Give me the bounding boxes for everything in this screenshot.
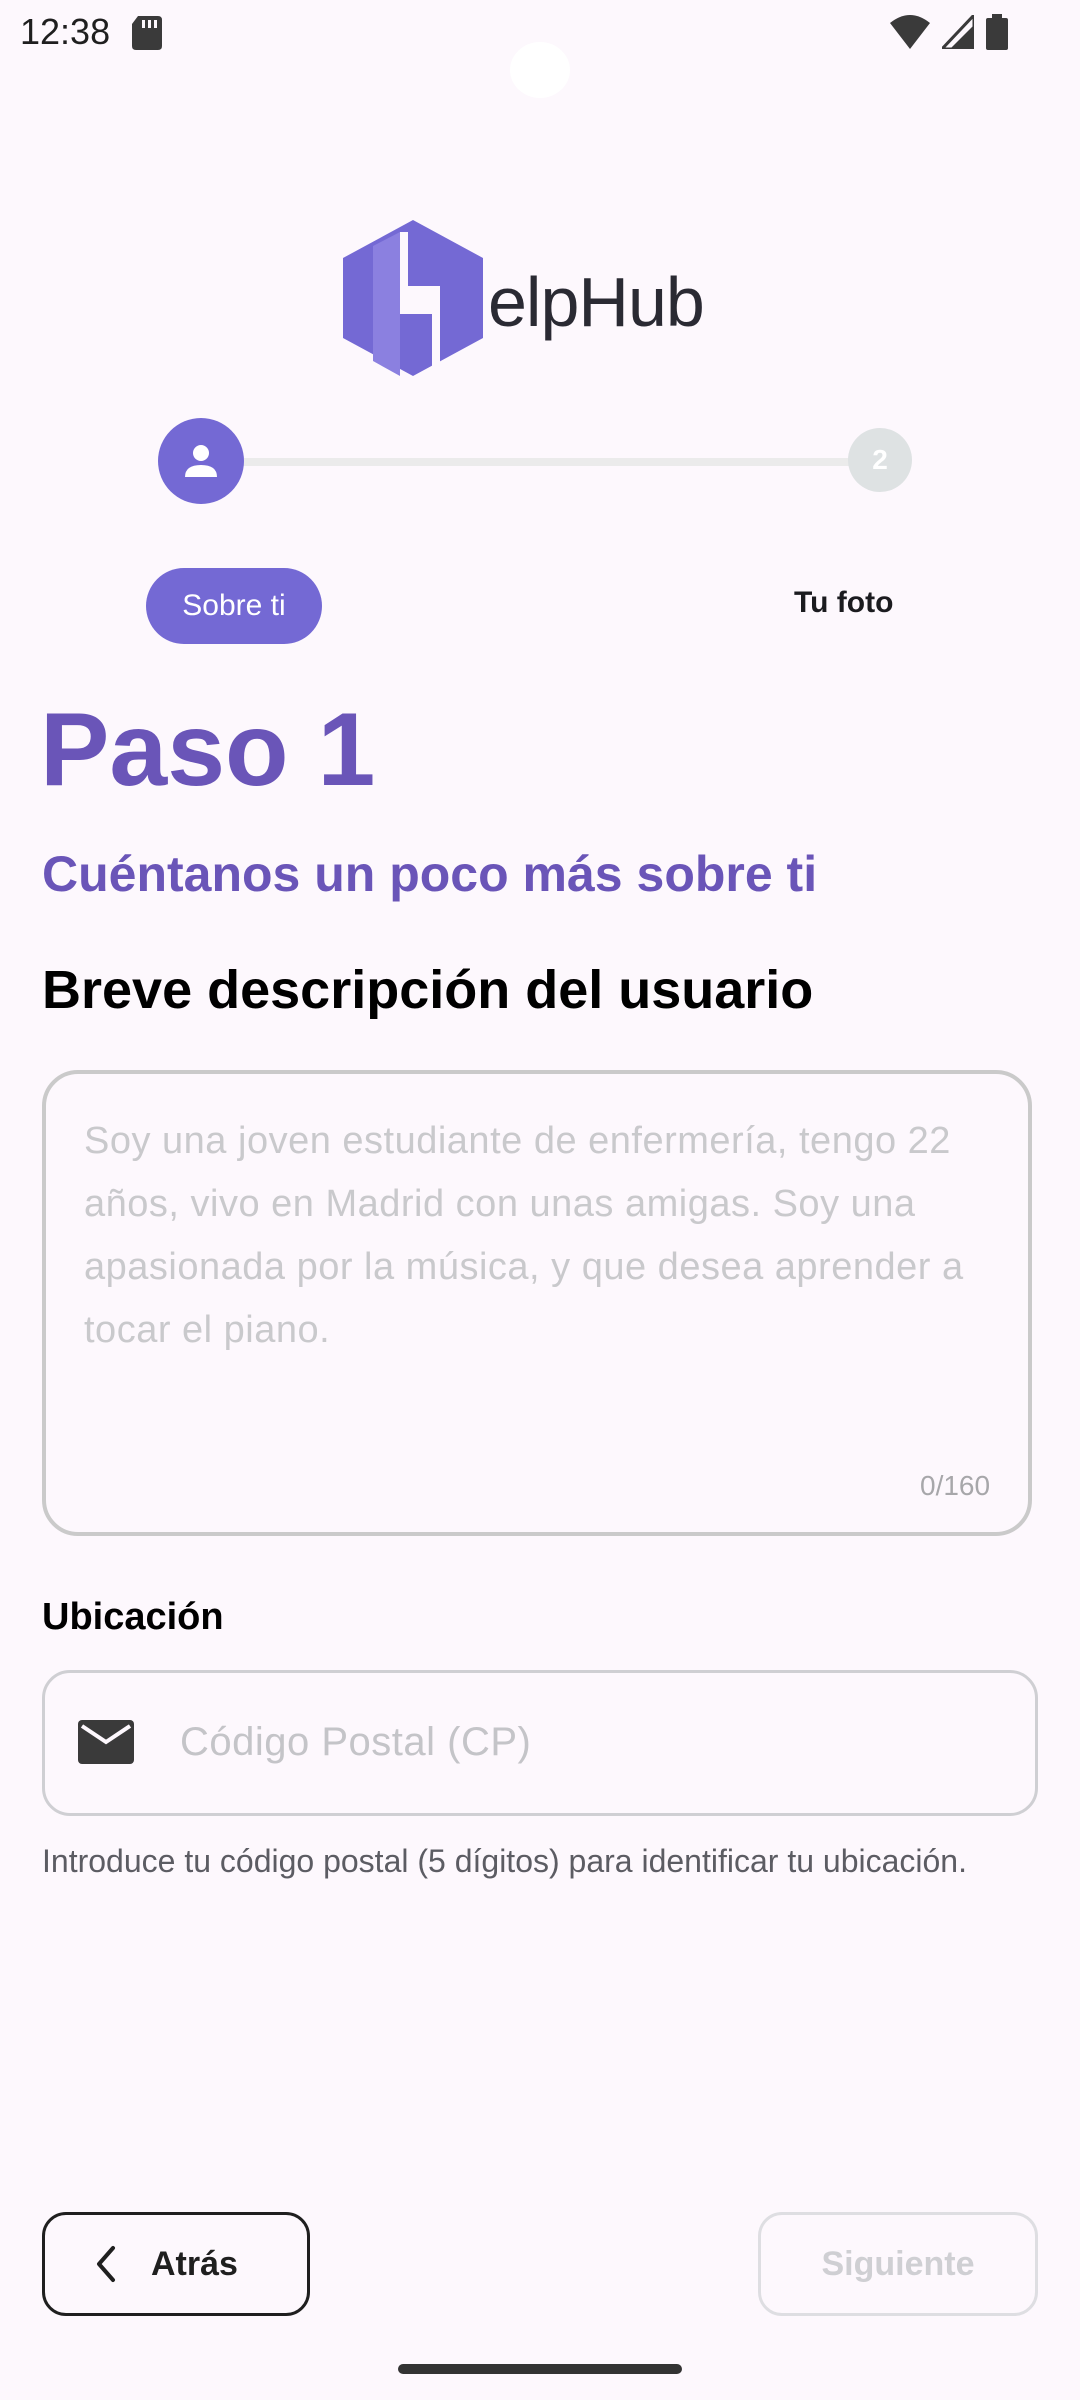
sd-card-icon <box>132 16 162 50</box>
status-time: 12:38 <box>20 11 111 52</box>
description-section-title: Breve descripción del usuario <box>42 960 814 1020</box>
postal-code-helper-text: Introduce tu código postal (5 dígitos) p… <box>42 1843 967 1879</box>
location-label: Ubicación <box>42 1596 224 1638</box>
signal-icon <box>942 15 974 49</box>
mail-icon <box>78 1720 134 1764</box>
logo-text: elpHub <box>488 263 705 341</box>
character-counter: 0/160 <box>920 1470 991 1501</box>
step-2-indicator[interactable]: 2 <box>848 428 912 492</box>
status-icons <box>890 12 1008 52</box>
camera-cutout <box>510 42 570 98</box>
step-1-indicator[interactable] <box>158 418 244 504</box>
helphub-logo-icon <box>343 220 483 376</box>
description-placeholder: Soy una joven estudiante de enfermería, … <box>84 1120 964 1351</box>
home-indicator[interactable] <box>398 2364 682 2374</box>
step-subtitle: Cuéntanos un poco más sobre ti <box>42 846 818 902</box>
next-button[interactable]: Siguiente <box>758 2212 1038 2316</box>
next-button-label: Siguiente <box>821 2244 975 2283</box>
postal-code-placeholder: Código Postal (CP) <box>180 1720 532 1764</box>
back-button[interactable]: Atrás <box>42 2212 310 2316</box>
battery-icon <box>986 14 1008 50</box>
wifi-icon <box>890 15 930 49</box>
chevron-left-icon <box>97 2246 115 2282</box>
step-1-label[interactable]: Sobre ti <box>146 568 322 644</box>
step-title: Paso 1 <box>40 692 376 808</box>
stepper-track <box>240 458 880 466</box>
step-2-label[interactable]: Tu foto <box>794 586 893 620</box>
person-icon <box>185 445 217 477</box>
back-button-label: Atrás <box>151 2244 238 2283</box>
